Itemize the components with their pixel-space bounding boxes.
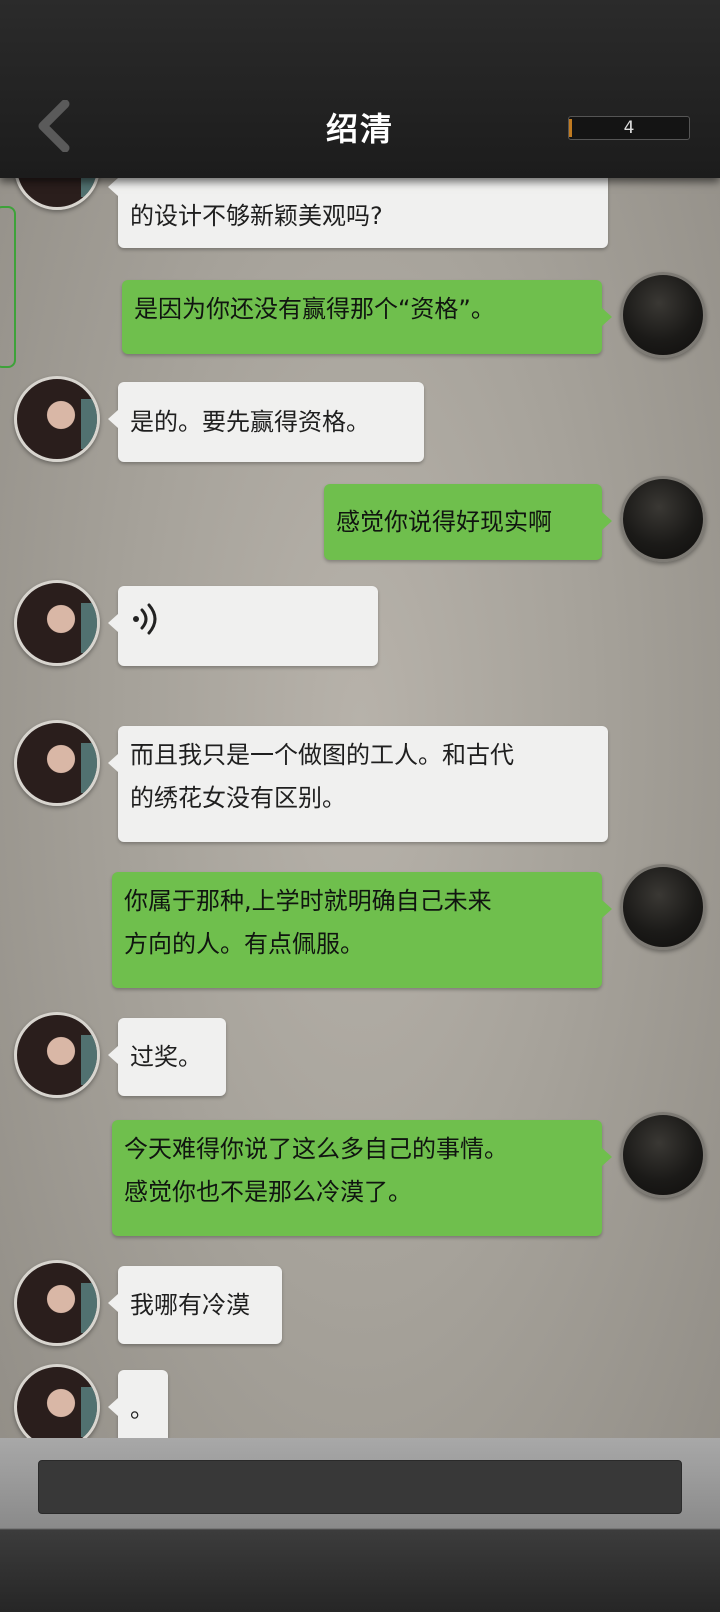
- message-bubble: 我哪有冷漠: [108, 1266, 282, 1344]
- message-bubble: 感觉你说得好现实啊: [324, 484, 612, 560]
- message-line: 感觉你说得好现实啊: [336, 508, 552, 536]
- npc-avatar[interactable]: [14, 1012, 100, 1098]
- message-line: 感觉你也不是那么冷漠了。: [124, 1178, 412, 1206]
- message-bubble: 过奖。: [108, 1018, 226, 1096]
- header-bar: 绍清 4: [0, 0, 720, 178]
- message-bubble: 而且我只是一个做图的工人。和古代 的绣花女没有区别。: [108, 726, 608, 842]
- message-line: 而且我只是一个做图的工人。和古代: [130, 741, 514, 769]
- message-line: 是因为你还没有赢得那个“资格”。: [134, 295, 495, 323]
- message-line: 方向的人。有点佩服。: [124, 930, 364, 958]
- message-bubble: 今天难得你说了这么多自己的事情。 感觉你也不是那么冷漠了。: [112, 1120, 612, 1236]
- voice-icon: [130, 597, 174, 655]
- message-line: 今天难得你说了这么多自己的事情。: [124, 1135, 508, 1163]
- message-bubble: 是的。要先赢得资格。: [108, 382, 424, 462]
- message-line: 你属于那种,上学时就明确自己未来: [124, 887, 492, 915]
- message-line: 。: [130, 1395, 154, 1423]
- player-avatar[interactable]: [620, 476, 706, 562]
- input-bar: [0, 1438, 720, 1612]
- voice-message-button[interactable]: [108, 586, 378, 666]
- message-bubble: 。: [108, 1370, 168, 1448]
- message-line: 我哪有冷漠: [130, 1291, 250, 1319]
- side-tab[interactable]: [0, 206, 16, 368]
- message-line: 的设计不够新颖美观吗?: [130, 202, 383, 230]
- message-bubble: 是因为你还没有赢得那个“资格”。: [122, 280, 612, 354]
- npc-avatar[interactable]: [14, 376, 100, 462]
- player-avatar[interactable]: [620, 1112, 706, 1198]
- message-line: 过奖。: [130, 1043, 202, 1071]
- npc-avatar[interactable]: [14, 720, 100, 806]
- counter-badge: 4: [568, 116, 690, 140]
- message-input[interactable]: [38, 1460, 682, 1514]
- npc-avatar[interactable]: [14, 580, 100, 666]
- message-line: 是的。要先赢得资格。: [130, 408, 370, 436]
- player-avatar[interactable]: [620, 864, 706, 950]
- message-line: 的绣花女没有区别。: [130, 784, 346, 812]
- npc-avatar[interactable]: [14, 1260, 100, 1346]
- player-avatar[interactable]: [620, 272, 706, 358]
- message-bubble: 你属于那种,上学时就明确自己未来 方向的人。有点佩服。: [112, 872, 612, 988]
